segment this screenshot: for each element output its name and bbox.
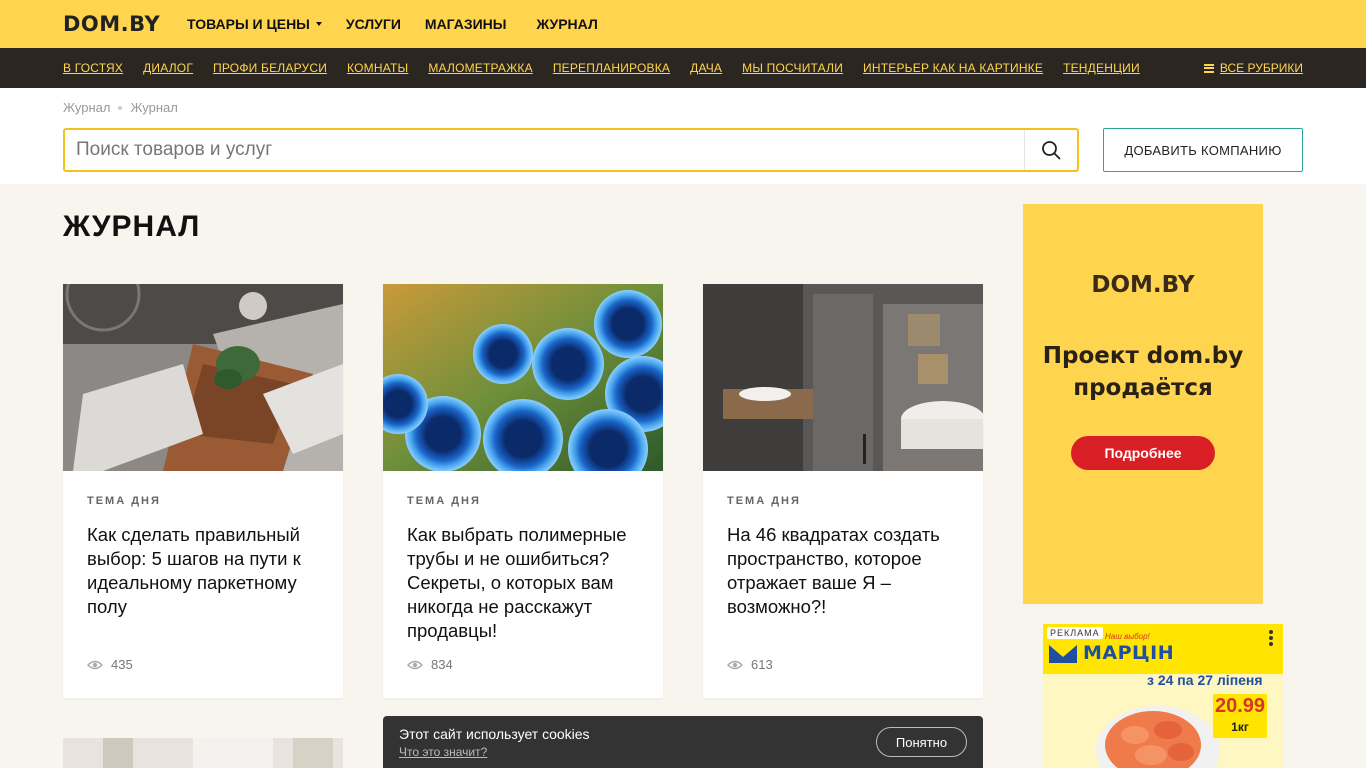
- article-views: 834: [407, 657, 453, 672]
- ad-tagline: Наш выбор!: [1105, 632, 1150, 641]
- nav-label: ЖУРНАЛ: [536, 16, 598, 32]
- nav-shops[interactable]: МАГАЗИНЫ: [425, 16, 507, 32]
- rubric-link[interactable]: ПРОФИ БЕЛАРУСИ: [213, 61, 327, 75]
- article-title[interactable]: На 46 квадратах создать пространство, ко…: [727, 523, 963, 619]
- ad-dates: з 24 па 27 ліпеня: [1147, 672, 1263, 688]
- ad-unit: 1кг: [1231, 720, 1249, 734]
- search-icon: [1042, 141, 1061, 160]
- rubric-link[interactable]: ПЕРЕПЛАНИРОВКА: [553, 61, 670, 75]
- menu-icon: [1203, 63, 1214, 73]
- search-zone: Журнал Журнал ДОБАВИТЬ КОМПАНИЮ: [0, 88, 1366, 184]
- article-card[interactable]: ТЕМА ДНЯ Как сделать правильный выбор: 5…: [63, 284, 343, 698]
- nav-label: МАГАЗИНЫ: [424, 16, 507, 32]
- eye-icon: [407, 660, 423, 669]
- eye-icon: [727, 660, 743, 669]
- rubric-link[interactable]: ДИАЛОГ: [143, 61, 193, 75]
- ad-text: Проект dom.by продаётся: [1023, 340, 1263, 404]
- rubric-bar: В ГОСТЯХ ДИАЛОГ ПРОФИ БЕЛАРУСИ КОМНАТЫ М…: [0, 48, 1366, 88]
- main-nav: ТОВАРЫ И ЦЕНЫ УСЛУГИ МАГАЗИНЫ ЖУРНАЛ: [187, 0, 622, 48]
- all-rubrics-label: ВСЕ РУБРИКИ: [1219, 61, 1303, 75]
- breadcrumb-item: Журнал: [130, 100, 178, 115]
- breadcrumb: Журнал Журнал: [63, 100, 178, 115]
- search-input[interactable]: [65, 130, 1025, 170]
- article-card[interactable]: ТЕМА ДНЯ Как выбрать полимерные трубы и …: [383, 284, 663, 698]
- ad-banner-dom-by[interactable]: DOM.BY Проект dom.by продаётся Подробнее: [1023, 204, 1263, 604]
- top-header: DOM.BY ТОВАРЫ И ЦЕНЫ УСЛУГИ МАГАЗИНЫ ЖУР…: [0, 0, 1366, 48]
- article-views: 435: [87, 657, 133, 672]
- cookie-info-link[interactable]: Что это значит?: [399, 745, 487, 759]
- ad-brand: МАРЦІН: [1083, 642, 1175, 664]
- search-button[interactable]: [1024, 130, 1077, 170]
- martin-logo: [1049, 645, 1077, 663]
- breadcrumb-item[interactable]: Журнал: [63, 100, 110, 115]
- eye-icon: [87, 660, 103, 669]
- site-logo[interactable]: DOM.BY: [63, 12, 160, 36]
- ad-more-button[interactable]: Подробнее: [1071, 436, 1215, 470]
- add-company-button[interactable]: ДОБАВИТЬ КОМПАНИЮ: [1103, 128, 1303, 172]
- article-card-partial[interactable]: [63, 738, 343, 768]
- cookie-banner: Этот сайт использует cookies Что это зна…: [383, 716, 983, 768]
- rubric-link[interactable]: МЫ ПОСЧИТАЛИ: [742, 61, 843, 75]
- rubric-link[interactable]: ТЕНДЕНЦИИ: [1063, 61, 1140, 75]
- ad-price: 20.99: [1214, 695, 1266, 717]
- article-kicker: ТЕМА ДНЯ: [87, 495, 161, 507]
- rubric-link[interactable]: ДАЧА: [690, 61, 722, 75]
- ad-text-line: продаётся: [1073, 375, 1213, 401]
- cookie-text: Этот сайт использует cookies: [399, 726, 590, 742]
- chevron-down-icon: [315, 22, 322, 26]
- rubric-link[interactable]: МАЛОМЕТРАЖКА: [428, 61, 532, 75]
- article-views: 613: [727, 657, 773, 672]
- nav-label: УСЛУГИ: [345, 16, 401, 32]
- kebab-icon[interactable]: [1269, 630, 1273, 646]
- breadcrumb-separator: [118, 105, 123, 110]
- rubric-list: В ГОСТЯХ ДИАЛОГ ПРОФИ БЕЛАРУСИ КОМНАТЫ М…: [63, 48, 1160, 88]
- rubric-link[interactable]: КОМНАТЫ: [347, 61, 408, 75]
- article-kicker: ТЕМА ДНЯ: [727, 495, 801, 507]
- views-count: 834: [431, 657, 453, 672]
- nav-services[interactable]: УСЛУГИ: [346, 16, 401, 32]
- ad-logo: DOM.BY: [1091, 272, 1195, 298]
- rubric-link[interactable]: ИНТЕРЬЕР КАК НА КАРТИНКЕ: [863, 61, 1043, 75]
- nav-label: ТОВАРЫ И ЦЕНЫ: [187, 16, 310, 32]
- views-count: 613: [751, 657, 773, 672]
- article-image: [703, 284, 983, 471]
- rubric-link[interactable]: В ГОСТЯХ: [63, 61, 123, 75]
- article-kicker: ТЕМА ДНЯ: [407, 495, 481, 507]
- ad-label: РЕКЛАМА: [1047, 627, 1103, 639]
- ad-text-line: Проект dom.by: [1042, 343, 1244, 369]
- shrimp-image: [1096, 706, 1220, 768]
- article-image: [63, 284, 343, 471]
- views-count: 435: [111, 657, 133, 672]
- nav-goods-prices[interactable]: ТОВАРЫ И ЦЕНЫ: [187, 16, 322, 32]
- article-card[interactable]: ТЕМА ДНЯ На 46 квадратах создать простра…: [703, 284, 983, 698]
- cookie-accept-button[interactable]: Понятно: [876, 727, 967, 757]
- search-box: [63, 128, 1079, 172]
- nav-journal[interactable]: ЖУРНАЛ: [537, 16, 598, 32]
- page-title: ЖУРНАЛ: [63, 210, 201, 243]
- article-title[interactable]: Как выбрать полимерные трубы и не ошибит…: [407, 523, 643, 643]
- article-image: [383, 284, 663, 471]
- ad-price-tag: 20.99 1кг: [1213, 694, 1267, 738]
- article-image: [63, 738, 343, 768]
- all-rubrics-link[interactable]: ВСЕ РУБРИКИ: [1203, 48, 1303, 88]
- ad-banner-martin[interactable]: РЕКЛАМА Наш выбор! МАРЦІН з 24 па 27 ліп…: [1043, 624, 1283, 768]
- article-title[interactable]: Как сделать правильный выбор: 5 шагов на…: [87, 523, 323, 619]
